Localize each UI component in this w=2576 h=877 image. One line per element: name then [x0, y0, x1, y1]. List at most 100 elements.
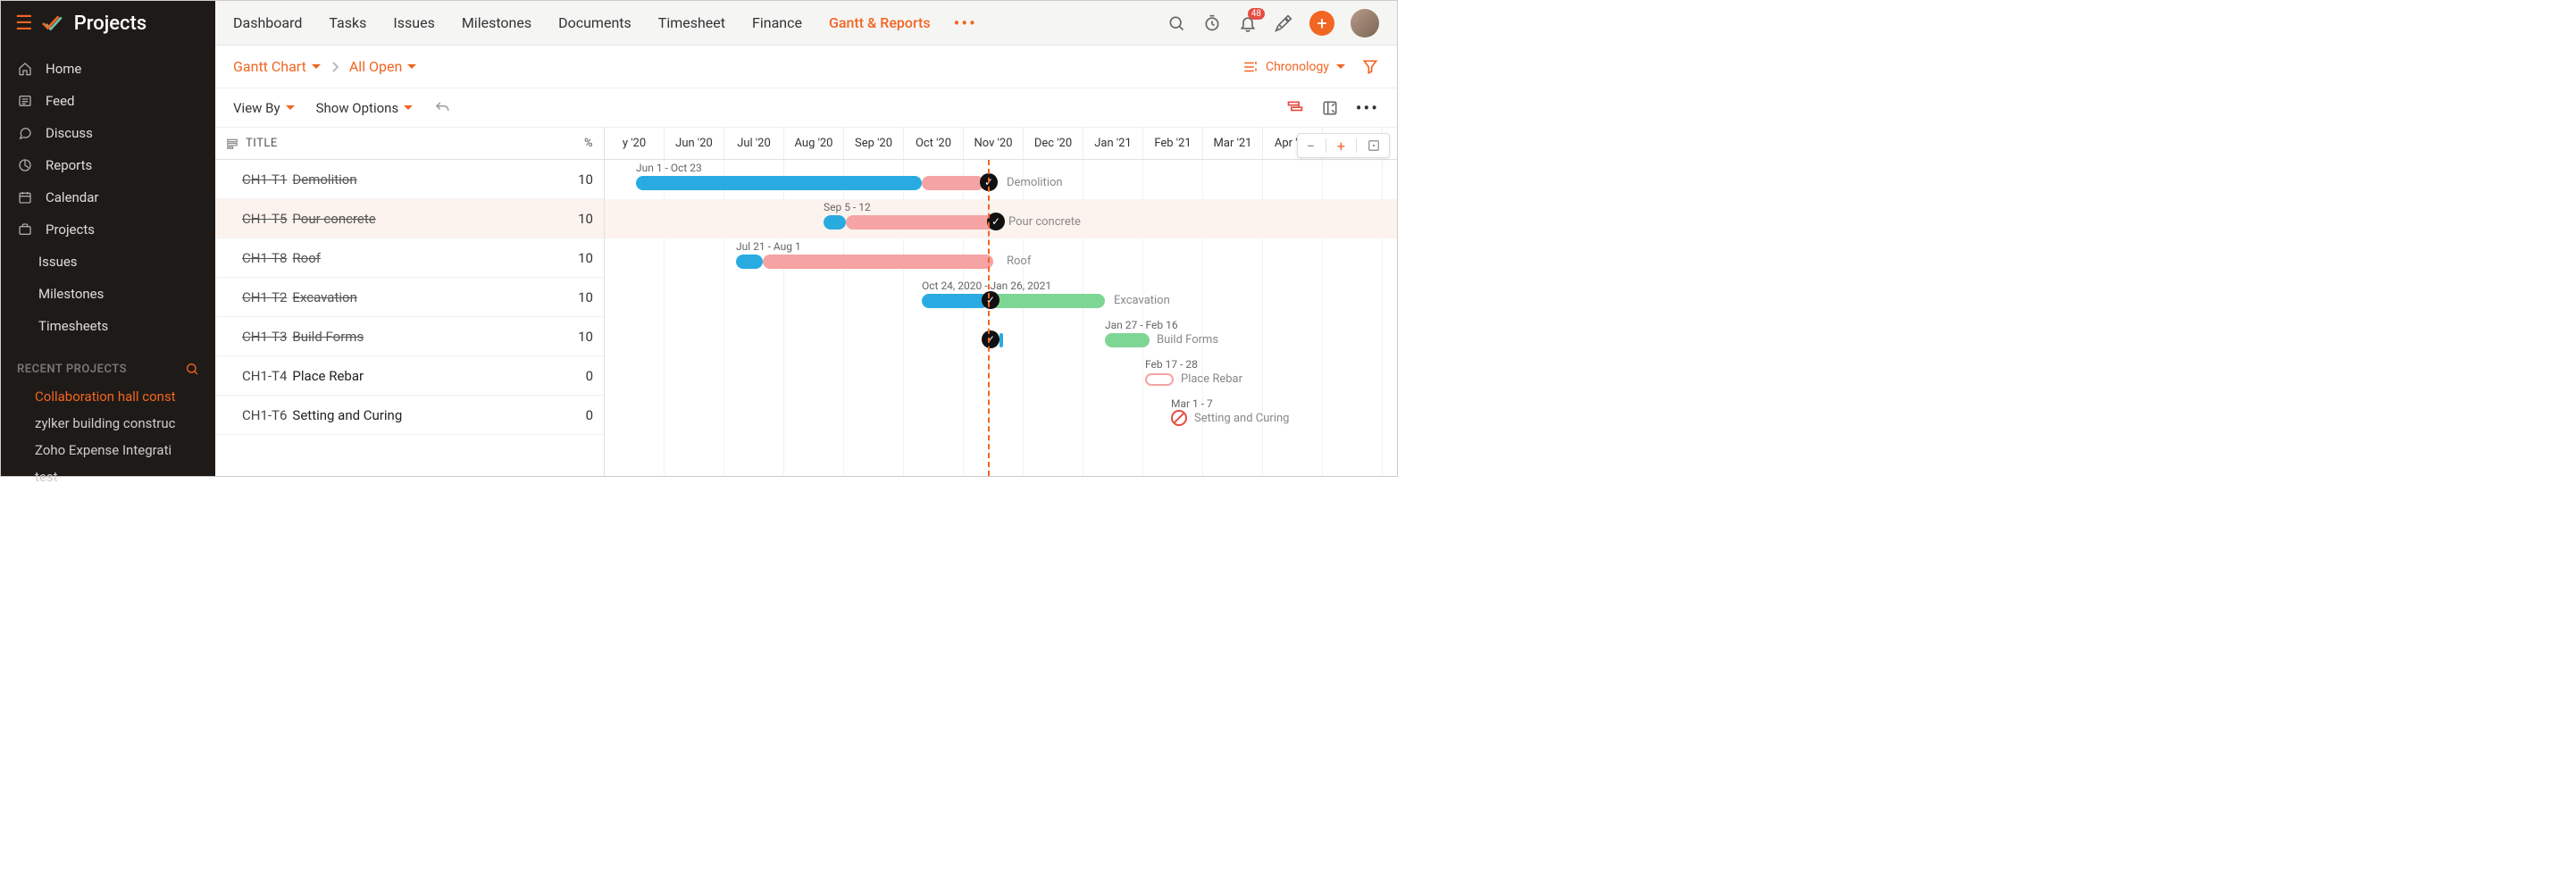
sidebar-item-discuss[interactable]: Discuss [1, 117, 215, 149]
add-button[interactable]: + [1309, 11, 1334, 36]
tools-icon[interactable] [1274, 13, 1293, 33]
list-icon [226, 138, 238, 150]
recent-project-item[interactable]: zylker building construc [1, 410, 215, 437]
sidebar-item-label: Calendar [46, 189, 99, 205]
sidebar-nav: Home Feed Discuss Reports Calendar Proje… [1, 46, 215, 349]
task-name: Roof [292, 250, 321, 266]
sidebar-item-label: Reports [46, 157, 92, 173]
sidebar-item-reports[interactable]: Reports [1, 149, 215, 181]
sidebar-item-label: Issues [38, 254, 78, 270]
sidebar-item-home[interactable]: Home [1, 53, 215, 85]
progress-bar[interactable] [824, 215, 846, 230]
zoom-out-button[interactable]: − [1303, 138, 1318, 155]
tab-milestones[interactable]: Milestones [462, 14, 531, 31]
gantt-timeline[interactable]: y '20Jun '20Jul '20Aug '20Sep '20Oct '20… [605, 128, 1397, 476]
crumb-all-open[interactable]: All Open [349, 58, 417, 75]
planned-bar[interactable] [1105, 333, 1150, 347]
month-header: Mar '21 [1203, 128, 1263, 159]
avatar[interactable] [1351, 9, 1379, 38]
sidebar-recent-header: RECENT PROJECTS [1, 349, 215, 383]
sidebar-subitem-timesheets[interactable]: Timesheets [1, 310, 215, 342]
zoom-fit-button[interactable] [1364, 139, 1384, 152]
tab-gantt-reports[interactable]: Gantt & Reports [829, 14, 931, 31]
task-row[interactable]: CH1-T8Roof10 [215, 238, 604, 278]
app-title: Projects [74, 13, 146, 35]
sidebar-item-label: Milestones [38, 286, 104, 302]
show-options-dropdown[interactable]: Show Options [316, 100, 414, 116]
chronology-icon [1242, 59, 1259, 75]
chevron-down-icon [407, 64, 416, 73]
task-row[interactable]: CH1-T3Build Forms10 [215, 317, 604, 356]
tab-documents[interactable]: Documents [558, 14, 631, 31]
recent-project-item[interactable]: Collaboration hall const [1, 383, 215, 410]
month-header: Jan '21 [1083, 128, 1143, 159]
check-icon: ✓ [982, 291, 999, 309]
overdue-bar[interactable] [922, 176, 984, 190]
timer-icon[interactable] [1202, 13, 1222, 33]
progress-bar[interactable] [636, 176, 922, 190]
bar-date-label: Jan 27 - Feb 16 [1105, 319, 1178, 331]
marker-bar[interactable] [999, 333, 1003, 347]
search-icon[interactable] [185, 362, 199, 376]
tab-finance[interactable]: Finance [752, 14, 802, 31]
overdue-bar[interactable] [763, 255, 993, 269]
gantt-bar-row: Mar 1 - 7Setting and Curing [605, 396, 1397, 435]
planned-bar[interactable] [989, 294, 1105, 308]
recent-header-label: RECENT PROJECTS [17, 363, 127, 376]
task-id: CH1-T4 [242, 368, 287, 384]
undo-icon[interactable] [434, 100, 450, 116]
task-row[interactable]: CH1-T5Pour concrete10 [215, 199, 604, 238]
task-id: CH1-T3 [242, 329, 287, 345]
search-icon[interactable] [1167, 13, 1186, 33]
task-id: CH1-T5 [242, 211, 287, 227]
task-percent: 10 [566, 211, 593, 227]
sidebar-subitem-milestones[interactable]: Milestones [1, 278, 215, 310]
sidebar-subitem-issues[interactable]: Issues [1, 246, 215, 278]
gantt-bar-row: Jan 27 - Feb 16✓Build Forms [605, 317, 1397, 356]
progress-bar[interactable] [922, 294, 989, 308]
discuss-icon [17, 125, 33, 141]
tab-tasks[interactable]: Tasks [329, 14, 366, 31]
hamburger-icon[interactable]: ☰ [15, 13, 33, 35]
month-header: Aug '20 [784, 128, 844, 159]
gantt-bar-row: Oct 24, 2020 - Jan 26, 2021✓Excavation [605, 278, 1397, 317]
recent-projects-list: Collaboration hall constzylker building … [1, 383, 215, 490]
sidebar-item-calendar[interactable]: Calendar [1, 181, 215, 213]
sidebar-item-label: Projects [46, 221, 95, 238]
progress-bar[interactable] [736, 255, 763, 269]
month-header: Dec '20 [1024, 128, 1083, 159]
sidebar: ☰ Projects Home Feed Discuss Reports Cal… [1, 1, 215, 476]
view-by-dropdown[interactable]: View By [233, 100, 295, 116]
more-icon[interactable]: ••• [1356, 97, 1379, 119]
sidebar-item-projects[interactable]: Projects [1, 213, 215, 246]
more-menu-icon[interactable]: ••• [954, 13, 977, 34]
filter-icon[interactable] [1361, 58, 1379, 76]
task-percent: 0 [566, 368, 593, 384]
sidebar-item-label: Discuss [46, 125, 93, 141]
task-row[interactable]: CH1-T1Demolition10 [215, 160, 604, 199]
crumb-gantt-chart[interactable]: Gantt Chart [233, 58, 321, 75]
breadcrumb-separator [331, 62, 339, 72]
bar-name-label: Build Forms [1157, 333, 1218, 347]
overdue-bar[interactable] [846, 215, 996, 230]
bar-date-label: Jun 1 - Oct 23 [636, 162, 702, 174]
month-header: Jul '20 [724, 128, 784, 159]
unstarted-bar[interactable] [1145, 373, 1174, 386]
gantt-bar-row: Jun 1 - Oct 23✓Demolition [605, 160, 1397, 199]
tab-dashboard[interactable]: Dashboard [233, 14, 302, 31]
critical-path-icon[interactable] [1286, 99, 1304, 117]
tab-issues[interactable]: Issues [393, 14, 434, 31]
chronology-dropdown[interactable]: Chronology [1242, 59, 1345, 75]
bell-icon[interactable]: 48 [1238, 13, 1258, 33]
tab-timesheet[interactable]: Timesheet [658, 14, 725, 31]
recent-project-item[interactable]: test [1, 464, 215, 490]
calendar-icon [17, 189, 33, 205]
recent-project-item[interactable]: Zoho Expense Integrati [1, 437, 215, 464]
task-row[interactable]: CH1-T4Place Rebar0 [215, 356, 604, 396]
check-icon: ✓ [987, 213, 1005, 230]
zoom-in-button[interactable]: + [1334, 138, 1349, 155]
task-row[interactable]: CH1-T2Excavation10 [215, 278, 604, 317]
sidebar-item-feed[interactable]: Feed [1, 85, 215, 117]
task-row[interactable]: CH1-T6Setting and Curing0 [215, 396, 604, 435]
expand-icon[interactable] [1322, 100, 1338, 116]
